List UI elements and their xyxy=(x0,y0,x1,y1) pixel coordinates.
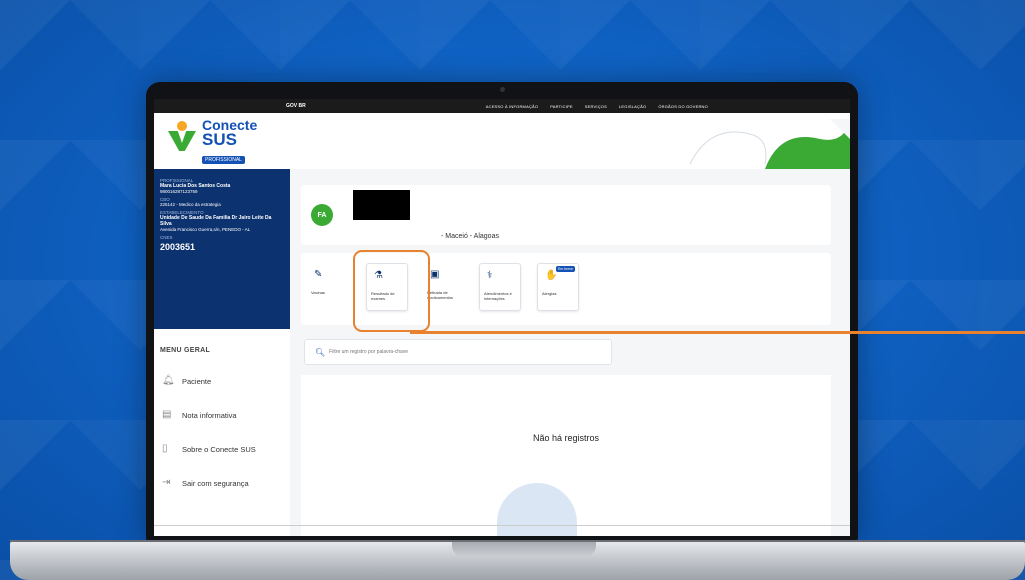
results-panel: Não há registros xyxy=(301,375,831,536)
header: Conecte SUS PROFISSIONAL xyxy=(154,113,850,169)
tile-label: Retirada de medicamentos xyxy=(427,290,454,300)
header-decoration xyxy=(689,119,850,169)
camera xyxy=(500,87,505,92)
brand-badge: PROFISSIONAL xyxy=(202,156,245,164)
phone-icon: ▯ xyxy=(162,443,168,454)
menu-item-label: Sobre o Conecte SUS xyxy=(182,444,256,454)
medicine-icon: ▣ xyxy=(430,269,440,280)
stethoscope-icon: ⚕ xyxy=(487,270,493,281)
menu-item-label: Sair com segurança xyxy=(182,478,249,488)
professional-id: 980016287123759 xyxy=(160,189,198,194)
gov-link-legislation[interactable]: LEGISLAÇÃO xyxy=(619,104,646,109)
menu-item-label: Nota informativa xyxy=(182,410,237,420)
footer-divider xyxy=(154,525,850,526)
gov-link-access[interactable]: ACESSO À INFORMAÇÃO xyxy=(486,104,538,109)
search-icon: 🔍︎ xyxy=(315,347,326,357)
sidebar: PROFISSIONAL Mara Lucia Dos Santos Costa… xyxy=(154,169,290,536)
empty-message: Não há registros xyxy=(532,433,600,443)
patient-avatar: FA xyxy=(311,204,333,226)
establishment-address: Avenida Francisco Guerra,s/n, PENEDO - A… xyxy=(160,227,251,232)
menu-item-sair[interactable]: ⇥ Sair com segurança xyxy=(154,466,290,500)
gov-links: ACESSO À INFORMAÇÃO PARTICIPE SERVIÇOS L… xyxy=(486,104,708,109)
menu-item-paciente[interactable]: 🔔︎ Paciente xyxy=(154,364,290,398)
tile-alergias[interactable]: ✋ Em breve Alergias xyxy=(537,263,579,311)
allergy-icon: ✋ xyxy=(545,270,558,281)
cbo-value: 225142 - Medico da estrategia xyxy=(160,202,221,207)
menu-item-sobre[interactable]: ▯ Sobre o Conecte SUS xyxy=(154,432,290,466)
professional-card: PROFISSIONAL Mara Lucia Dos Santos Costa… xyxy=(154,169,290,329)
logo-text: Conecte SUS PROFISSIONAL xyxy=(202,118,257,166)
cnes-value: 2003651 xyxy=(160,242,196,252)
logout-icon: ⇥ xyxy=(162,477,171,488)
bell-icon: 🔔︎ xyxy=(162,375,175,386)
tile-label: Vacinas xyxy=(311,290,325,295)
tile-label: Atendimentos e internações xyxy=(484,291,512,301)
search-input[interactable] xyxy=(329,349,590,355)
coming-soon-badge: Em breve xyxy=(556,266,575,272)
highlight-pointer-line xyxy=(410,331,1025,334)
gov-bar: GOV BR ACESSO À INFORMAÇÃO PARTICIPE SER… xyxy=(154,99,850,113)
document-icon: ▤ xyxy=(162,409,172,420)
patient-card: FA - Maceió - Alagoas xyxy=(301,185,831,245)
screen: GOV BR ACESSO À INFORMAÇÃO PARTICIPE SER… xyxy=(154,99,850,536)
brand-line2: SUS xyxy=(202,130,237,149)
conecte-sus-logo[interactable]: Conecte SUS PROFISSIONAL xyxy=(168,118,257,166)
tile-atendimentos[interactable]: ⚕ Atendimentos e internações xyxy=(479,263,521,311)
empty-illustration xyxy=(497,483,577,536)
cnes-label: CNES xyxy=(160,235,173,240)
menu-item-nota[interactable]: ▤ Nota informativa xyxy=(154,398,290,432)
laptop-lid: GOV BR ACESSO À INFORMAÇÃO PARTICIPE SER… xyxy=(146,82,858,542)
logo-mark-icon xyxy=(168,119,198,155)
tile-label: Alergias xyxy=(542,291,557,296)
laptop-notch xyxy=(452,542,596,556)
search-bar[interactable]: 🔍︎ xyxy=(304,339,612,365)
patient-location: - Maceió - Alagoas xyxy=(441,233,499,240)
gov-link-organs[interactable]: ÓRGÃOS DO GOVERNO xyxy=(658,104,708,109)
main-content: FA - Maceió - Alagoas ✎ Vacinas ⚗ Result… xyxy=(290,169,850,536)
vaccine-icon: ✎ xyxy=(314,269,323,280)
gov-link-services[interactable]: SERVIÇOS xyxy=(585,104,607,109)
gov-link-participate[interactable]: PARTICIPE xyxy=(550,104,573,109)
highlight-box xyxy=(353,250,430,332)
gov-logo[interactable]: GOV BR xyxy=(286,103,306,109)
menu-item-label: Paciente xyxy=(182,376,212,386)
redacted-patient-name xyxy=(353,190,410,220)
establishment-name: Unidade De Saude Da Familia Dr Jairo Lei… xyxy=(160,215,272,227)
menu-title: MENU GERAL xyxy=(160,347,211,354)
tile-vacinas[interactable]: ✎ Vacinas xyxy=(307,263,349,311)
